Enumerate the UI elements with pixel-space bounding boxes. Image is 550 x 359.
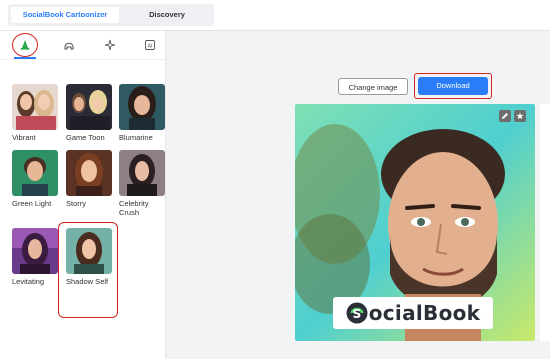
- tab-socialbook-cartoonizer[interactable]: SocialBook Cartoonizer: [11, 7, 119, 23]
- style-thumbnail: [119, 84, 165, 130]
- style-thumbnail: [66, 84, 112, 130]
- tab-discovery[interactable]: Discovery: [120, 7, 214, 23]
- style-thumbnail: [119, 150, 165, 196]
- style-blumarine[interactable]: Blumarine: [119, 84, 167, 142]
- style-label: Levitating: [12, 277, 45, 286]
- style-green-light[interactable]: Green Light: [12, 150, 60, 208]
- selected-style-highlight: [58, 222, 118, 318]
- tab-group: SocialBook Cartoonizer Discovery: [8, 4, 214, 26]
- style-levitating[interactable]: Levitating: [12, 228, 60, 286]
- watermark-text: ocialBook: [368, 301, 481, 325]
- style-thumbnail: [12, 84, 58, 130]
- svg-text:S: S: [352, 307, 361, 321]
- style-panel: AI Vibrant Game Toon Blumarine Green Lig…: [0, 31, 166, 359]
- style-celebrity-crush[interactable]: Celebrity Crush: [119, 150, 167, 217]
- svg-text:AI: AI: [148, 43, 153, 49]
- active-tool-highlight: [12, 33, 38, 57]
- edit-icon[interactable]: [499, 110, 511, 122]
- star-icon[interactable]: [514, 110, 526, 122]
- helmet-icon[interactable]: [60, 36, 78, 54]
- style-label: Blumarine: [119, 133, 153, 142]
- style-label: Game Toon: [66, 133, 105, 142]
- preview-area: Change image Download S ocialBook: [166, 31, 550, 359]
- style-vibrant[interactable]: Vibrant: [12, 84, 60, 142]
- style-storry[interactable]: Storry: [66, 150, 114, 208]
- style-thumbnail: [12, 228, 58, 274]
- style-label: Storry: [66, 199, 87, 208]
- style-thumbnail: [12, 150, 58, 196]
- style-label: Vibrant: [12, 133, 36, 142]
- tool-row: AI: [0, 31, 165, 60]
- socialbook-watermark: S ocialBook: [333, 297, 493, 329]
- magic-sparkle-icon[interactable]: [101, 36, 119, 54]
- style-thumbnail: [66, 150, 112, 196]
- socialbook-logo-icon: S: [346, 302, 368, 324]
- download-button[interactable]: Download: [418, 77, 488, 95]
- ai-chip-icon[interactable]: AI: [141, 36, 159, 54]
- active-tool-indicator: [14, 57, 36, 59]
- right-edge-strip: [540, 104, 550, 341]
- change-image-button[interactable]: Change image: [338, 78, 408, 95]
- style-label: Green Light: [12, 199, 52, 208]
- style-label: Celebrity Crush: [119, 199, 149, 217]
- top-bar: SocialBook Cartoonizer Discovery: [0, 0, 550, 31]
- style-game-toon[interactable]: Game Toon: [66, 84, 114, 142]
